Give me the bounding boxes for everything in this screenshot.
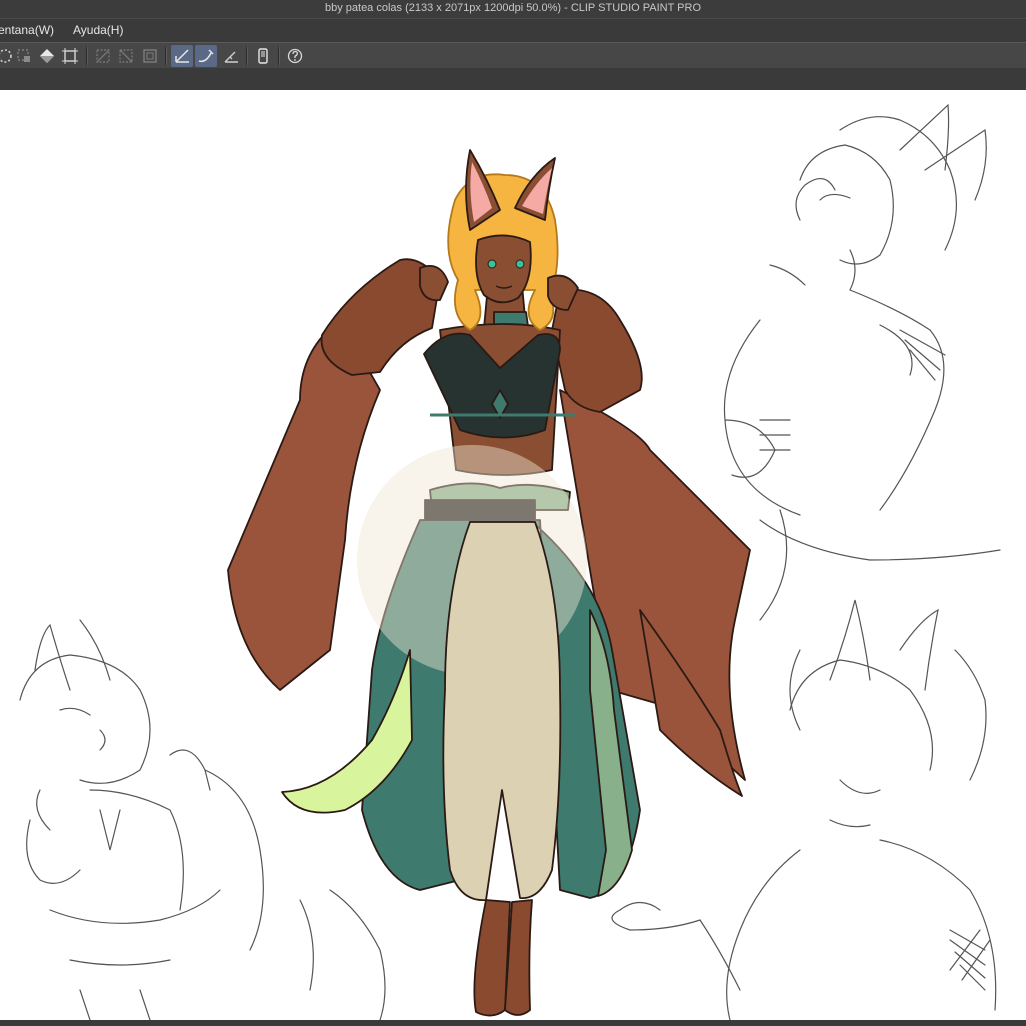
transform-button[interactable] (59, 45, 81, 67)
menu-help[interactable]: Ayuda(H) (73, 23, 123, 37)
face (475, 234, 532, 304)
command-bar (0, 42, 1026, 70)
menu-bar: entana(W) Ayuda(H) (0, 18, 1026, 43)
select-all-icon (0, 49, 12, 63)
selection-frame-icon (143, 49, 157, 63)
left-boot (473, 899, 511, 1017)
left-hand (419, 264, 449, 302)
transform-icon (62, 48, 78, 64)
sketch-bottom-left (19, 619, 386, 1020)
deselect-icon (17, 49, 30, 62)
illustration (19, 103, 1001, 1020)
snap-to-grid-button[interactable] (220, 45, 242, 67)
clear-outside-button[interactable] (92, 45, 114, 67)
device-icon (258, 48, 268, 64)
status-bar (0, 1020, 1026, 1026)
clear-selection-button[interactable] (115, 45, 137, 67)
toolbar-separator (278, 47, 280, 65)
toolbar-separator (246, 47, 248, 65)
tab-bar (0, 68, 1026, 91)
help-icon (287, 48, 303, 64)
snap-to-ruler-button[interactable] (171, 45, 193, 67)
sketch-top-right (723, 103, 1001, 621)
help-button[interactable] (284, 45, 306, 67)
fill-button[interactable] (36, 45, 58, 67)
window-title-bar: bby patea colas (2133 x 2071px 1200dpi 5… (0, 0, 1026, 18)
clear-outside-icon (96, 49, 110, 63)
clear-selection-icon (119, 49, 133, 63)
menu-window[interactable]: entana(W) (0, 23, 54, 37)
toolbar-separator (165, 47, 167, 65)
toolbar-separator (86, 47, 88, 65)
cape (227, 319, 381, 691)
drawing-canvas[interactable] (0, 90, 1026, 1020)
pants (442, 521, 562, 901)
fill-bucket-icon (40, 49, 54, 63)
colored-character (227, 149, 751, 1017)
selection-frame-button[interactable] (139, 45, 161, 67)
window-title: bby patea colas (2133 x 2071px 1200dpi 5… (324, 2, 702, 14)
device-button[interactable] (252, 45, 274, 67)
deselect-button[interactable] (13, 45, 35, 67)
ruler-snap-icon (175, 49, 189, 63)
snap-to-special-ruler-button[interactable] (195, 45, 217, 67)
grid-snap-icon (224, 51, 238, 63)
special-ruler-snap-icon (198, 49, 214, 63)
